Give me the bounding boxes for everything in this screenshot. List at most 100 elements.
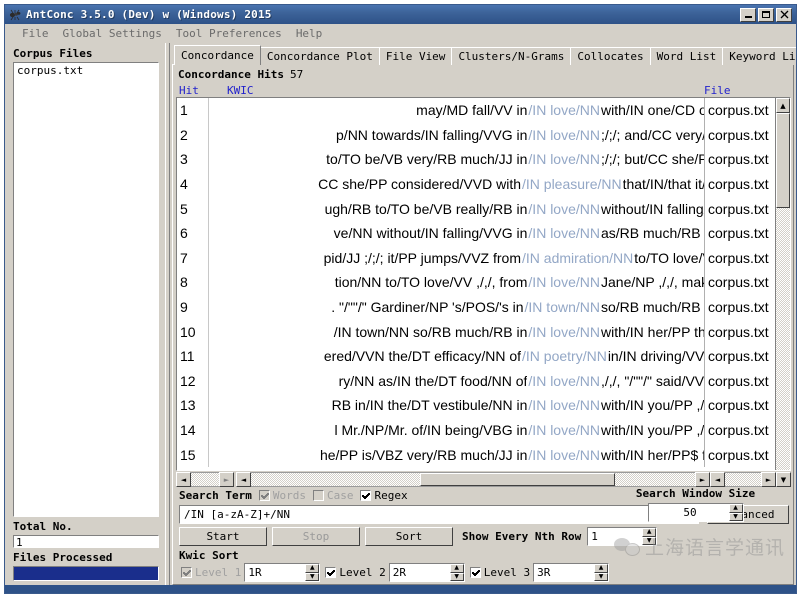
- kwic-right-context: ;/;/; and/CC very/RB: [601, 126, 704, 143]
- row-kwic-cell[interactable]: . "/""/" Gardiner/NP 's/POS/'s in /IN to…: [209, 299, 704, 315]
- corpus-files-list[interactable]: corpus.txt: [13, 62, 159, 517]
- vertical-scroll-track[interactable]: [776, 113, 790, 470]
- row-kwic-cell[interactable]: ered/VVN the/DT efficacy/NN of /IN poetr…: [209, 348, 704, 364]
- row-kwic-cell[interactable]: pid/JJ ;/;/; it/PP jumps/VVZ from /IN ad…: [209, 250, 704, 266]
- stepper-up-icon[interactable]: ▲: [305, 564, 320, 573]
- row-hit-number: 10: [180, 323, 196, 340]
- file-column-scroll-track[interactable]: [725, 472, 761, 487]
- row-kwic-cell[interactable]: to/TO be/VB very/RB much/JJ in /IN love/…: [209, 151, 704, 167]
- kwic-hit-term: /IN love/NN: [528, 151, 600, 168]
- kwic-level-2-stepper[interactable]: 2R ▲ ▼: [388, 563, 465, 582]
- kwic-level-3-stepper[interactable]: 3R ▲ ▼: [533, 563, 610, 582]
- tab-clusters-ngrams[interactable]: Clusters/N-Grams: [451, 47, 572, 65]
- table-body[interactable]: 1 may/MD fall/VV in /IN love/NN with/IN o…: [177, 98, 775, 470]
- row-kwic-cell[interactable]: he/PP is/VBZ very/RB much/JJ in /IN love…: [209, 447, 704, 463]
- row-kwic-cell[interactable]: may/MD fall/VV in /IN love/NN with/IN on…: [209, 102, 704, 118]
- stepper-up-icon[interactable]: ▲: [642, 528, 657, 537]
- row-kwic-cell[interactable]: ve/NN without/IN falling/VVG in /IN love…: [209, 225, 704, 241]
- tab-word-list[interactable]: Word List: [649, 47, 724, 65]
- table-row[interactable]: 15 he/PP is/VBZ very/RB much/JJ in /IN lo…: [177, 442, 775, 467]
- tab-concordance-plot[interactable]: Concordance Plot: [259, 47, 380, 65]
- row-kwic-cell[interactable]: ry/NN as/IN the/DT food/NN of /IN love/N…: [209, 373, 704, 389]
- close-button[interactable]: [776, 7, 792, 22]
- column-header-hit[interactable]: Hit: [176, 84, 209, 97]
- stepper-up-icon[interactable]: ▲: [728, 504, 743, 513]
- kwic-level-3-value[interactable]: 3R: [534, 564, 594, 581]
- table-row[interactable]: 5 ugh/RB to/TO be/VB really/RB in /IN lov…: [177, 196, 775, 221]
- row-kwic-cell[interactable]: RB in/IN the/DT vestibule/NN in /IN love…: [209, 397, 704, 413]
- row-kwic-cell[interactable]: ugh/RB to/TO be/VB really/RB in /IN love…: [209, 201, 704, 217]
- table-row[interactable]: 7 pid/JJ ;/;/; it/PP jumps/VVZ from /IN a…: [177, 245, 775, 271]
- maximize-button[interactable]: [758, 7, 774, 22]
- kwic-scroll-left-button[interactable]: ◄: [236, 472, 251, 487]
- row-kwic-cell[interactable]: tion/NN to/TO love/VV ,/,/, from /IN lov…: [209, 274, 704, 290]
- menu-item-tool-preferences[interactable]: Tool Preferences: [169, 27, 289, 40]
- kwic-scroll-thumb[interactable]: [419, 473, 616, 486]
- table-row[interactable]: 9 . "/""/" Gardiner/NP 's/POS/'s in /IN t…: [177, 294, 775, 320]
- vertical-scroll-thumb[interactable]: [776, 113, 790, 208]
- kwic-level-1-stepper[interactable]: 1R ▲ ▼: [244, 563, 321, 582]
- minimize-button[interactable]: [740, 7, 756, 22]
- row-kwic-cell[interactable]: l Mr./NP/Mr. of/IN being/VBG in /IN love…: [209, 422, 704, 438]
- file-column-scroll-left-button[interactable]: ◄: [710, 472, 725, 487]
- table-row[interactable]: 14 l Mr./NP/Mr. of/IN being/VBG in /IN lo…: [177, 417, 775, 443]
- hit-column-scroll-right-button[interactable]: ►: [219, 472, 234, 487]
- column-header-kwic[interactable]: KWIC: [209, 84, 702, 97]
- stepper-up-icon[interactable]: ▲: [449, 564, 464, 573]
- table-row[interactable]: 13 RB in/IN the/DT vestibule/NN in /IN lo…: [177, 393, 775, 418]
- table-row[interactable]: 10/IN town/NN so/RB much/RB in /IN love/…: [177, 319, 775, 344]
- search-window-size-stepper[interactable]: 50 ▲ ▼: [647, 503, 744, 522]
- table-row[interactable]: 8 tion/NN to/TO love/VV ,/,/, from /IN lo…: [177, 270, 775, 295]
- kwic-level-2-value[interactable]: 2R: [390, 564, 450, 581]
- hit-column-scroll-track[interactable]: [191, 472, 219, 487]
- hit-column-scroll-left-button[interactable]: ◄: [176, 472, 191, 487]
- table-row[interactable]: 4 CC she/PP considered/VVD with /IN pleas…: [177, 171, 775, 197]
- menu-item-global-settings[interactable]: Global Settings: [56, 27, 169, 40]
- search-window-size-value[interactable]: 50: [649, 504, 729, 521]
- kwic-level-2-checkbox[interactable]: [325, 567, 337, 578]
- stop-button[interactable]: Stop: [272, 527, 360, 546]
- kwic-level-1-checkbox[interactable]: [181, 567, 192, 578]
- check-icon: [182, 568, 191, 577]
- row-file-name: corpus.txt: [708, 274, 769, 291]
- stepper-down-icon[interactable]: ▼: [642, 536, 657, 545]
- stepper-up-icon[interactable]: ▲: [594, 564, 609, 573]
- regex-checkbox[interactable]: [360, 490, 372, 501]
- table-row[interactable]: 3 to/TO be/VB very/RB much/JJ in /IN love…: [177, 147, 775, 172]
- column-header-file[interactable]: File: [702, 84, 774, 97]
- show-every-nth-row-stepper[interactable]: 1 ▲ ▼: [587, 527, 658, 546]
- stepper-down-icon[interactable]: ▼: [305, 572, 320, 581]
- table-vertical-scrollbar[interactable]: ▲: [775, 98, 790, 470]
- row-kwic-cell[interactable]: /IN town/NN so/RB much/RB in /IN love/NN…: [209, 324, 704, 340]
- table-row[interactable]: 11 ered/VVN the/DT efficacy/NN of /IN poe…: [177, 343, 775, 369]
- menu-item-help[interactable]: Help: [289, 27, 330, 40]
- kwic-level-3-checkbox[interactable]: [469, 567, 481, 578]
- kwic-level-1-value[interactable]: 1R: [245, 564, 305, 581]
- table-row[interactable]: 6 ve/NN without/IN falling/VVG in /IN lov…: [177, 220, 775, 246]
- kwic-scroll-right-button[interactable]: ►: [695, 472, 710, 487]
- scroll-up-button[interactable]: ▲: [776, 98, 790, 113]
- sort-button[interactable]: Sort: [365, 527, 453, 546]
- tab-file-view[interactable]: File View: [378, 47, 453, 65]
- stepper-down-icon[interactable]: ▼: [449, 572, 464, 581]
- row-kwic-cell[interactable]: CC she/PP considered/VVD with /IN pleasu…: [209, 176, 704, 192]
- stepper-down-icon[interactable]: ▼: [728, 512, 743, 521]
- start-button[interactable]: Start: [179, 527, 267, 546]
- table-row[interactable]: 2 p/NN towards/IN falling/VVG in /IN love…: [177, 122, 775, 148]
- stepper-down-icon[interactable]: ▼: [594, 572, 609, 581]
- scroll-down-corner-button[interactable]: ▼: [776, 472, 791, 487]
- tab-concordance[interactable]: Concordance: [174, 45, 261, 65]
- row-kwic-cell[interactable]: p/NN towards/IN falling/VVG in /IN love/…: [209, 127, 704, 143]
- case-checkbox[interactable]: [312, 490, 324, 501]
- file-column-scroll-right-button[interactable]: ►: [761, 472, 776, 487]
- words-checkbox[interactable]: [258, 490, 270, 501]
- list-item[interactable]: corpus.txt: [16, 64, 158, 78]
- row-hit-number: 6: [180, 225, 188, 242]
- tab-keyword-list[interactable]: Keyword List: [722, 47, 796, 65]
- table-row[interactable]: 12 ry/NN as/IN the/DT food/NN of /IN love…: [177, 368, 775, 394]
- menu-item-file[interactable]: File: [15, 27, 56, 40]
- kwic-scroll-track[interactable]: [251, 472, 695, 487]
- table-row[interactable]: 1 may/MD fall/VV in /IN love/NN with/IN o…: [177, 98, 775, 123]
- show-every-nth-row-value[interactable]: 1: [588, 528, 642, 545]
- tab-collocates[interactable]: Collocates: [570, 47, 651, 65]
